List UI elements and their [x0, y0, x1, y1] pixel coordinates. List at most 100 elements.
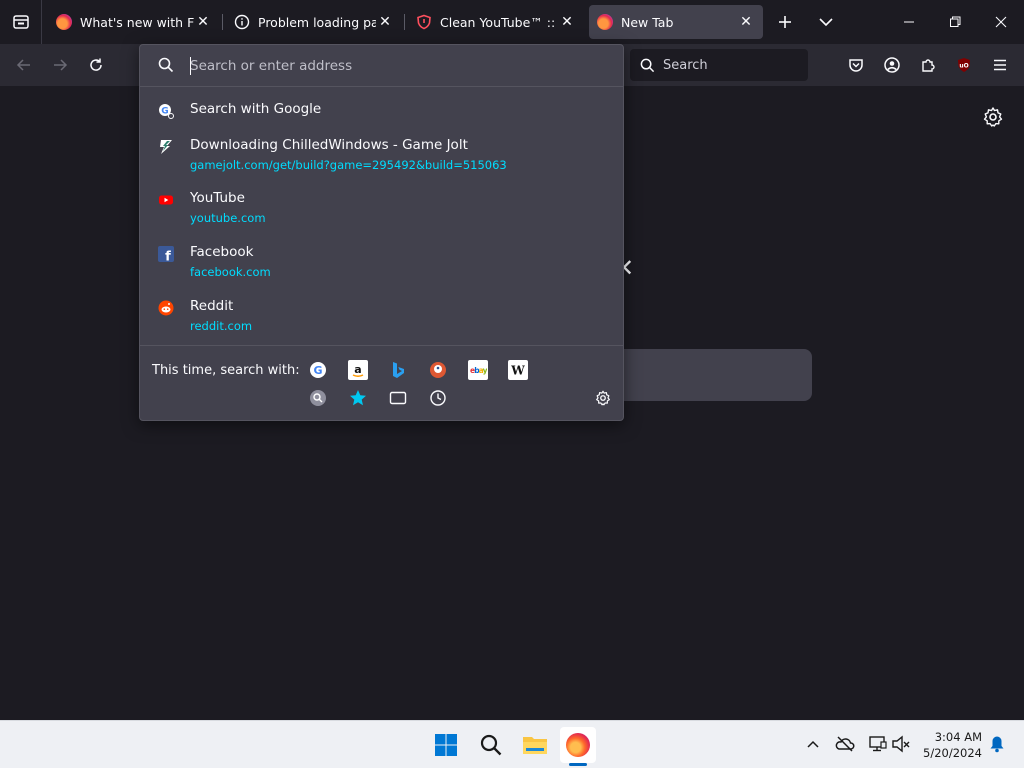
google-search-icon: G: [159, 104, 174, 119]
close-icon[interactable]: ✕: [376, 13, 394, 31]
bing-engine-button[interactable]: [388, 360, 408, 380]
search-settings-button[interactable]: [593, 388, 613, 408]
duckduckgo-engine-button[interactable]: [428, 360, 448, 380]
ebay-icon: e bay: [470, 366, 487, 375]
volume-muted-icon: [892, 735, 910, 753]
tab-title: Problem loading page: [258, 14, 376, 30]
amazon-icon: a: [352, 363, 364, 377]
start-button[interactable]: [428, 727, 464, 763]
search-icon: [640, 58, 655, 72]
close-window-button[interactable]: [978, 0, 1024, 44]
wikipedia-engine-button[interactable]: W: [508, 360, 528, 380]
urlbar-dropdown: G Search with Google Downloading Chilled…: [139, 44, 624, 421]
result-url: gamejolt.com/get/build?game=295492&build…: [190, 158, 507, 172]
pocket-button[interactable]: [843, 52, 869, 78]
result-gamejolt[interactable]: Downloading ChilledWindows - Game Jolt g…: [150, 133, 615, 175]
youtube-icon: [159, 195, 173, 205]
tab-title: Clean YouTube™ :: MyS: [440, 14, 558, 30]
tab-separator: [404, 14, 405, 30]
urlbar: [140, 45, 623, 87]
close-icon[interactable]: ✕: [737, 13, 755, 31]
google-engine-button[interactable]: G: [308, 360, 328, 380]
info-icon: [234, 14, 250, 30]
gear-icon: [983, 107, 1003, 127]
urlbar-input[interactable]: [190, 55, 610, 77]
star-icon: [350, 390, 366, 406]
close-icon[interactable]: ✕: [194, 13, 212, 31]
cloud-off-icon: [835, 736, 855, 752]
result-youtube[interactable]: YouTube youtube.com: [150, 186, 615, 228]
firefox-taskbar-button[interactable]: [560, 727, 596, 763]
svg-text:W: W: [510, 364, 525, 378]
tabs-search-button[interactable]: [388, 388, 408, 408]
search-bar[interactable]: Search: [630, 49, 808, 81]
menu-button[interactable]: [987, 52, 1013, 78]
history-search-button[interactable]: [428, 388, 448, 408]
magnifier-badge-icon: [310, 390, 326, 406]
result-search-with-google[interactable]: G Search with Google: [150, 97, 615, 121]
firefox-view-icon: [12, 15, 29, 29]
account-button[interactable]: [879, 52, 905, 78]
tab-problem-loading[interactable]: Problem loading page ✕: [226, 5, 402, 39]
result-title: YouTube: [190, 190, 245, 206]
active-app-indicator: [569, 763, 587, 766]
svg-text:uO: uO: [959, 63, 968, 70]
result-facebook[interactable]: f Facebook facebook.com: [150, 240, 615, 282]
amazon-engine-button[interactable]: a: [348, 360, 368, 380]
show-hidden-icons-button[interactable]: [802, 733, 824, 755]
reload-button[interactable]: [83, 52, 109, 78]
new-tab-button[interactable]: [773, 10, 797, 34]
one-off-search-buttons: This time, search with: G a ebay W: [140, 345, 623, 422]
google-icon: G: [310, 362, 326, 378]
tab-icon: [389, 391, 407, 405]
duckduckgo-icon: [430, 362, 446, 378]
taskbar: 3:04 AM 5/20/2024: [0, 720, 1024, 768]
volume-tray-button[interactable]: [890, 733, 912, 755]
shield-icon: [417, 14, 431, 30]
bookmarks-search-button[interactable]: [348, 388, 368, 408]
tab-separator: [222, 14, 223, 30]
one-off-label: This time, search with:: [152, 363, 300, 378]
result-reddit[interactable]: Reddit reddit.com: [150, 294, 615, 336]
ebay-engine-button[interactable]: ebay: [468, 360, 488, 380]
chevron-down-icon: [819, 18, 833, 27]
notifications-button[interactable]: [986, 733, 1008, 755]
extensions-button[interactable]: [915, 52, 941, 78]
folder-icon: [523, 737, 547, 754]
restore-icon: [950, 16, 961, 27]
list-all-tabs-button[interactable]: [814, 10, 838, 34]
file-explorer-button[interactable]: [517, 727, 553, 763]
account-icon: [884, 57, 900, 73]
page-search-box[interactable]: [600, 349, 812, 401]
taskbar-search-button[interactable]: [473, 727, 509, 763]
tab-whats-new[interactable]: What's new with Firefox ✕: [48, 5, 220, 39]
onedrive-tray-button[interactable]: [834, 733, 856, 755]
network-tray-button[interactable]: [866, 733, 888, 755]
close-icon[interactable]: ✕: [558, 13, 576, 31]
clock-time: 3:04 AM: [934, 730, 982, 744]
minimize-button[interactable]: [886, 0, 932, 44]
tab-clean-youtube[interactable]: Clean YouTube™ :: MyS ✕: [408, 5, 584, 39]
svg-text:f: f: [165, 250, 171, 263]
restore-button[interactable]: [932, 0, 978, 44]
back-button[interactable]: [11, 52, 37, 78]
pocket-icon: [849, 59, 863, 72]
clock-icon: [430, 390, 446, 406]
firefox-icon: [566, 733, 590, 757]
forward-button[interactable]: [47, 52, 73, 78]
result-url: facebook.com: [190, 265, 271, 279]
search-extension-button[interactable]: [308, 388, 328, 408]
personalize-button[interactable]: [981, 105, 1005, 129]
result-url: reddit.com: [190, 319, 253, 333]
wikipedia-icon: W: [510, 364, 525, 378]
search-bar-label: Search: [663, 57, 708, 73]
hamburger-menu-icon: [994, 59, 1006, 71]
plus-icon: [779, 16, 791, 28]
result-title: Reddit: [190, 298, 234, 314]
clock[interactable]: 3:04 AM 5/20/2024: [918, 729, 982, 761]
tab-new-tab[interactable]: New Tab ✕: [589, 5, 763, 39]
firefox-icon: [597, 14, 613, 30]
firefox-view-button[interactable]: [0, 0, 42, 44]
ublock-button[interactable]: uO: [951, 52, 977, 78]
svg-text:G: G: [161, 107, 168, 117]
